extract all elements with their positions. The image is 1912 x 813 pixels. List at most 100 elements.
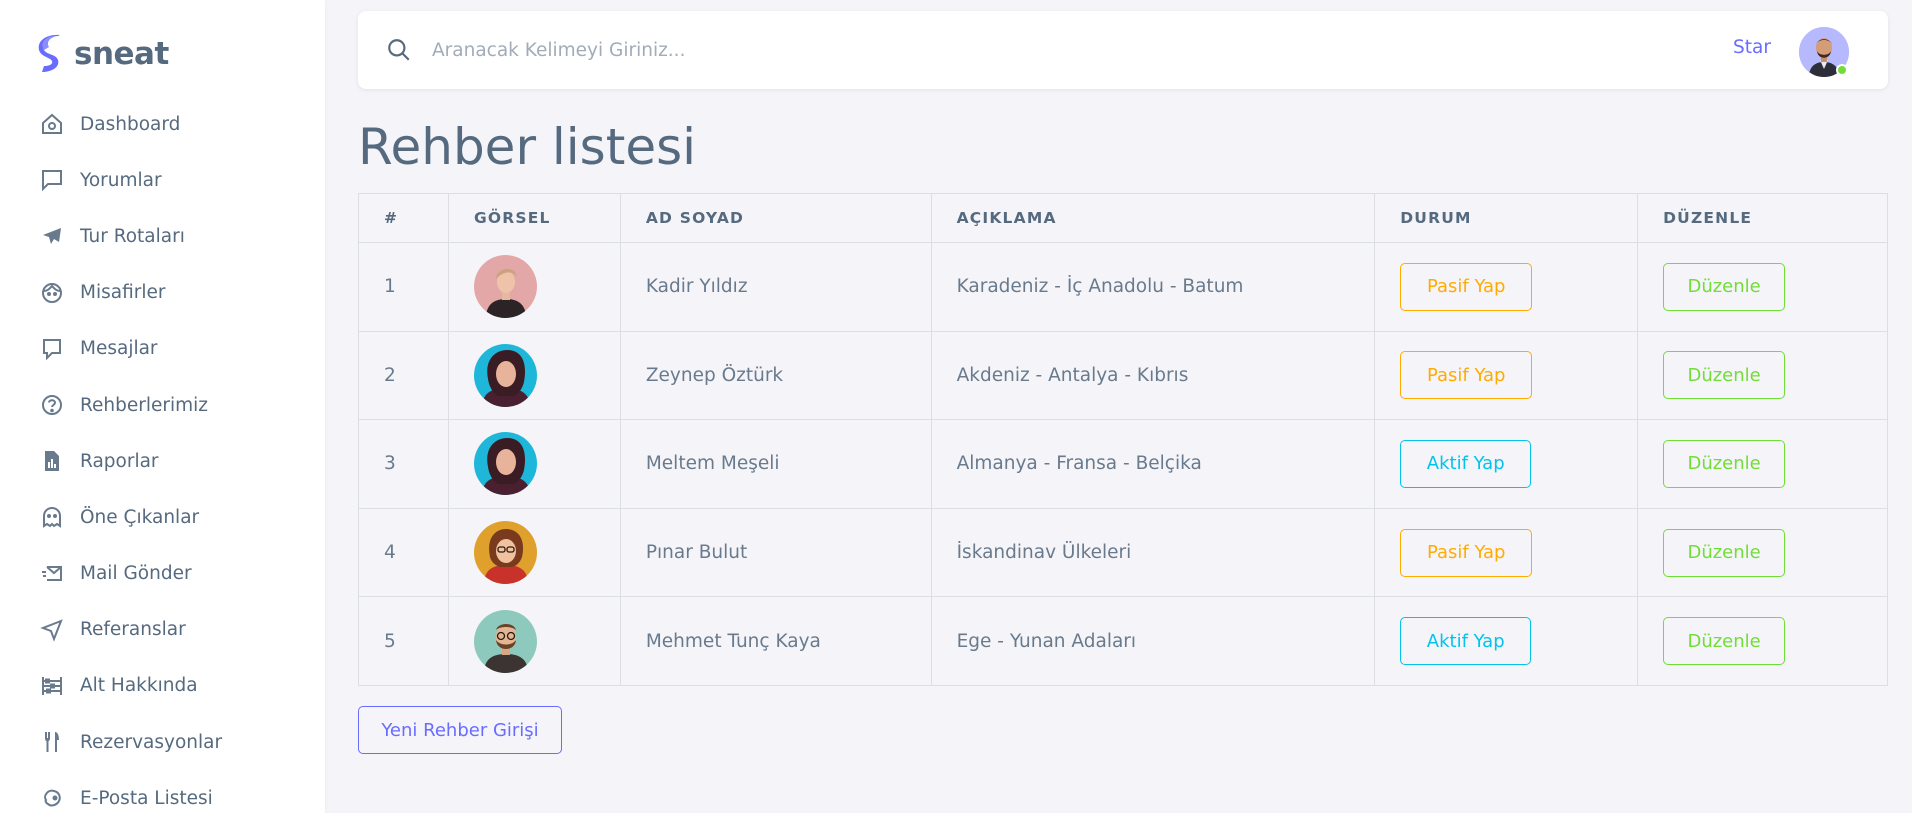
row-image-cell: [447, 507, 621, 598]
deactivate-button[interactable]: Pasif Yap: [1400, 262, 1533, 311]
sidebar-item-label: Dashboard: [80, 113, 181, 135]
row-name: Meltem Meşeli: [619, 419, 932, 509]
guide-avatar: [473, 255, 537, 319]
table-row: 2 Zeynep Öztürk Akdeniz - Antalya - Kıbr…: [358, 330, 1888, 421]
report-icon: [40, 449, 64, 473]
help-circle-icon: [40, 393, 64, 417]
guides-table: # GÖRSEL AD SOYAD AÇIKLAMA DURUM DÜZENLE…: [358, 193, 1888, 686]
activate-button[interactable]: Aktif Yap: [1400, 617, 1532, 666]
sidebar-item-label: Referanslar: [80, 619, 186, 641]
edit-button[interactable]: Düzenle: [1663, 528, 1786, 577]
brand-logo-icon: [38, 34, 60, 72]
navigation-icon: [40, 618, 64, 642]
row-description: Ege - Yunan Adaları: [930, 596, 1376, 686]
row-name: Mehmet Tunç Kaya: [619, 596, 932, 686]
sidebar-item-dashboard[interactable]: Dashboard: [0, 96, 325, 152]
restaurant-icon: [40, 730, 64, 754]
sidebar-item-e-posta-listesi[interactable]: E-Posta Listesi: [0, 770, 325, 813]
edit-button[interactable]: Düzenle: [1663, 351, 1786, 400]
user-avatar[interactable]: [1799, 27, 1849, 77]
home-icon: [40, 112, 64, 136]
sidebar-item-label: Mesajlar: [80, 338, 158, 360]
row-status-cell: Pasif Yap: [1374, 242, 1639, 332]
guide-avatar: [473, 521, 537, 585]
sidebar-item-tur-rotalari[interactable]: Tur Rotaları: [0, 208, 325, 264]
column-header-image: GÖRSEL: [447, 193, 621, 243]
column-header-status: DURUM: [1374, 193, 1639, 243]
edit-button[interactable]: Düzenle: [1663, 439, 1786, 488]
row-edit-cell: Düzenle: [1637, 330, 1888, 421]
row-description: Karadeniz - İç Anadolu - Batum: [930, 242, 1376, 332]
edit-button[interactable]: Düzenle: [1663, 617, 1786, 666]
table-row: 3 Meltem Meşeli Almanya - Fransa - Belçi…: [358, 419, 1888, 509]
search-icon: [388, 39, 410, 61]
sidebar-item-label: Misafirler: [80, 282, 166, 304]
sidebar-item-misafirler[interactable]: Misafirler: [0, 265, 325, 321]
row-image-cell: [447, 330, 621, 421]
table-row: 4 Pınar Bulut İskandinav Ülkeleri Pasif …: [358, 507, 1888, 598]
online-status-dot: [1836, 64, 1848, 76]
row-status-cell: Aktif Yap: [1374, 596, 1639, 686]
sidebar-item-raporlar[interactable]: Raporlar: [0, 433, 325, 489]
table-row: 1 Kadir Yıldız Karadeniz - İç Anadolu - …: [358, 242, 1888, 332]
row-status-cell: Aktif Yap: [1374, 419, 1639, 509]
table-header-row: # GÖRSEL AD SOYAD AÇIKLAMA DURUM DÜZENLE: [358, 193, 1888, 243]
row-edit-cell: Düzenle: [1637, 507, 1888, 598]
row-name: Zeynep Öztürk: [619, 330, 932, 421]
sidebar-item-label: Tur Rotaları: [80, 225, 185, 247]
sidebar-item-yorumlar[interactable]: Yorumlar: [0, 152, 325, 208]
deactivate-button[interactable]: Pasif Yap: [1400, 528, 1533, 577]
table-row: 5 Mehmet Tunç Kaya Ege - Yunan Adaları A…: [358, 596, 1888, 686]
row-edit-cell: Düzenle: [1637, 242, 1888, 332]
new-guide-button[interactable]: Yeni Rehber Girişi: [358, 706, 562, 754]
sidebar-menu: Dashboard Yorumlar Tur Rotaları Misafirl…: [0, 96, 325, 813]
page-title: Rehber listesi: [358, 118, 697, 176]
row-description: Almanya - Fransa - Belçika: [930, 419, 1376, 509]
sidebar-item-alt-hakkinda[interactable]: Alt Hakkında: [0, 658, 325, 714]
guide-avatar: [473, 343, 537, 407]
column-header-edit: DÜZENLE: [1637, 193, 1888, 243]
mailchimp-icon: [40, 786, 64, 810]
sidebar-item-label: Rezervasyonlar: [80, 731, 223, 753]
sidebar-item-rezervasyonlar[interactable]: Rezervasyonlar: [0, 714, 325, 770]
sidebar-item-rehberlerimiz[interactable]: Rehberlerimiz: [0, 377, 325, 433]
plane-icon: [40, 224, 64, 248]
sidebar-item-one-cikanlar[interactable]: Öne Çıkanlar: [0, 489, 325, 545]
sidebar: sneat Dashboard Yorumlar Tur Rotaları Mi…: [0, 0, 325, 813]
sidebar-item-label: Öne Çıkanlar: [80, 506, 200, 528]
row-description: İskandinav Ülkeleri: [930, 507, 1376, 598]
sidebar-item-label: Raporlar: [80, 450, 159, 472]
guide-avatar: [473, 609, 537, 673]
mail-send-icon: [40, 562, 64, 586]
row-image-cell: [447, 419, 621, 509]
brand[interactable]: sneat: [38, 30, 169, 78]
ghost-icon: [40, 505, 64, 529]
row-number: 5: [358, 596, 449, 686]
search-input[interactable]: [432, 31, 1332, 69]
star-link[interactable]: Star: [1733, 37, 1771, 58]
sidebar-item-mesajlar[interactable]: Mesajlar: [0, 321, 325, 377]
sidebar-item-referanslar[interactable]: Referanslar: [0, 602, 325, 658]
activate-button[interactable]: Aktif Yap: [1400, 439, 1532, 488]
row-name: Pınar Bulut: [619, 507, 932, 598]
row-edit-cell: Düzenle: [1637, 596, 1888, 686]
deactivate-button[interactable]: Pasif Yap: [1400, 351, 1533, 400]
row-number: 2: [358, 330, 449, 421]
sidebar-item-label: Alt Hakkında: [80, 675, 198, 697]
brand-name: sneat: [74, 36, 169, 72]
column-header-name: AD SOYAD: [619, 193, 932, 243]
row-status-cell: Pasif Yap: [1374, 507, 1639, 598]
edit-button[interactable]: Düzenle: [1663, 262, 1786, 311]
top-navbar: Star: [358, 11, 1888, 89]
row-number: 4: [358, 507, 449, 598]
message-icon: [40, 337, 64, 361]
row-image-cell: [447, 596, 621, 686]
guide-avatar: [473, 432, 537, 496]
column-header-number: #: [358, 193, 449, 243]
row-status-cell: Pasif Yap: [1374, 330, 1639, 421]
sidebar-item-label: Yorumlar: [80, 169, 162, 191]
face-icon: [40, 281, 64, 305]
sidebar-item-mail-gonder[interactable]: Mail Gönder: [0, 546, 325, 602]
row-number: 1: [358, 242, 449, 332]
row-description: Akdeniz - Antalya - Kıbrıs: [930, 330, 1376, 421]
